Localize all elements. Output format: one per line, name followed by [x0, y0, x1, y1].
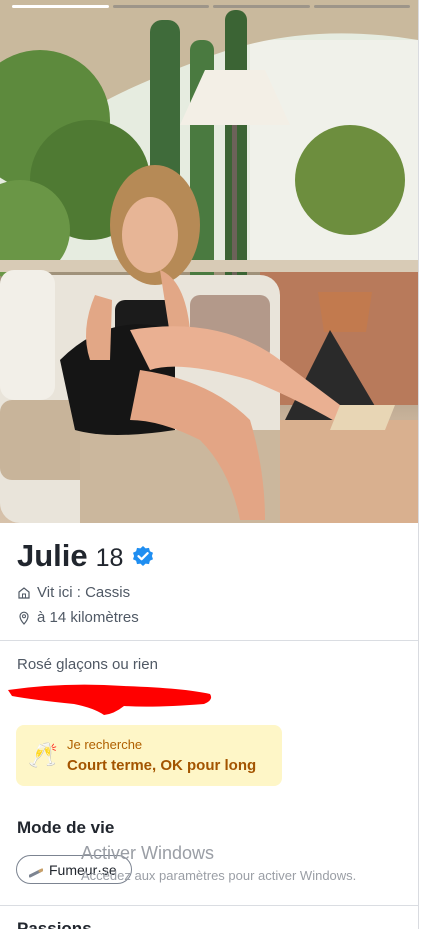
section-divider	[0, 905, 418, 906]
champagne-icon: 🥂	[28, 742, 58, 769]
lifestyle-chip-smoker: Fumeur·se	[16, 855, 132, 884]
redaction-scribble	[8, 684, 212, 715]
looking-for-card: 🥂 Je recherche Court terme, OK pour long	[16, 725, 282, 786]
profile-identity: Julie 18 Vit ici : Cassis à 14 kilomètre…	[17, 538, 155, 626]
passions-title: Passions	[17, 919, 92, 929]
lifestyle-chip-label: Fumeur·se	[49, 861, 117, 878]
cigarette-icon	[28, 865, 44, 877]
lifestyle-title: Mode de vie	[17, 818, 115, 837]
profile-card: Julie 18 Vit ici : Cassis à 14 kilomètre…	[0, 0, 419, 929]
lives-in-text: Vit ici : Cassis	[37, 584, 131, 601]
photo-progress-segment	[313, 5, 410, 8]
photo-progress-segment	[112, 5, 209, 8]
verified-badge-icon	[131, 545, 155, 569]
home-icon	[17, 586, 31, 600]
distance-text: à 14 kilomètres	[37, 609, 139, 626]
looking-for-value: Court terme, OK pour long	[67, 757, 257, 774]
photo-progress	[12, 5, 410, 8]
looking-for-label: Je recherche	[67, 737, 143, 752]
photo-progress-segment	[12, 5, 109, 8]
profile-photo[interactable]	[0, 0, 418, 523]
lives-in-row: Vit ici : Cassis	[17, 584, 155, 601]
profile-bio: Rosé glaçons ou rien	[17, 656, 158, 673]
photo-illustration	[0, 0, 418, 523]
location-pin-icon	[17, 611, 31, 625]
section-divider	[0, 640, 418, 641]
profile-name: Julie	[17, 538, 88, 573]
distance-row: à 14 kilomètres	[17, 609, 155, 626]
photo-progress-segment	[213, 5, 310, 8]
profile-age: 18	[95, 544, 124, 572]
